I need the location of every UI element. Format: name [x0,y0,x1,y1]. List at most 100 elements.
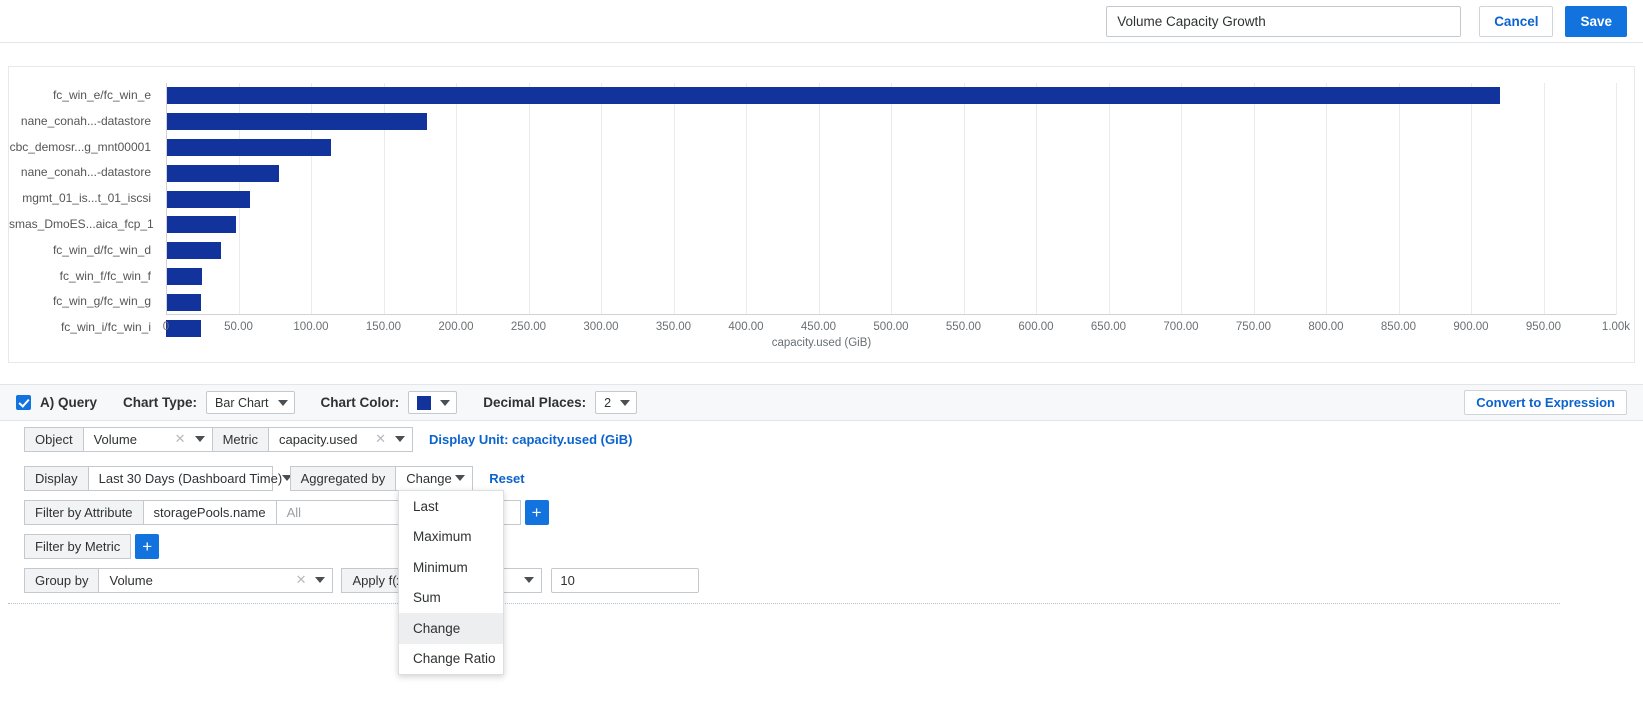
chart-y-label: smas_DmoES...aica_fcp_1 [9,212,159,238]
dropdown-item[interactable]: Maximum [399,522,503,553]
add-attribute-filter-button[interactable]: + [525,500,549,525]
chart-bar-row [166,264,1616,290]
reset-link[interactable]: Reset [489,471,524,486]
chart-type-value: Bar Chart [215,396,269,410]
chart-x-tick: 550.00 [946,321,981,333]
chart-bar-row [166,289,1616,315]
chart-bar[interactable] [166,139,331,156]
widget-title-input[interactable] [1106,6,1461,37]
group-by-group: Group by Volume ✕ [24,568,333,593]
chart-x-tick: 400.00 [728,321,763,333]
chart-bar[interactable] [166,113,427,130]
chart-x-tick: 350.00 [656,321,691,333]
chart-bar-row [166,160,1616,186]
chart-bars [166,83,1616,315]
metric-group: Metric capacity.used ✕ [212,427,413,452]
aggregated-by-label: Aggregated by [290,466,396,491]
cancel-button[interactable]: Cancel [1479,6,1553,37]
chart-x-tick: 650.00 [1091,321,1126,333]
display-range-select[interactable]: Last 30 Days (Dashboard Time) [88,466,273,491]
decimal-places-value: 2 [604,396,611,410]
chart-type-select[interactable]: Bar Chart [206,391,295,414]
dropdown-item[interactable]: Minimum [399,552,503,583]
object-label: Object [24,427,83,452]
chart-x-tick: 500.00 [873,321,908,333]
chevron-down-icon [524,577,534,583]
dropdown-item[interactable]: Last [399,491,503,522]
chart-bar-row [166,186,1616,212]
chart-y-label: fc_win_d/fc_win_d [9,238,159,264]
chart-bar[interactable] [166,191,250,208]
chart-type-label: Chart Type: [123,395,197,410]
filter-by-attribute-label: Filter by Attribute [24,500,143,525]
chart-color-label: Chart Color: [321,395,400,410]
chart-x-tick: 450.00 [801,321,836,333]
chart-y-label: fc_win_f/fc_win_f [9,264,159,290]
group-by-select[interactable]: Volume ✕ [98,568,333,593]
chart-bar[interactable] [166,294,201,311]
chart-x-tick: 300.00 [583,321,618,333]
chart-x-tick: 950.00 [1526,321,1561,333]
dropdown-item[interactable]: Change [399,613,503,644]
chart-x-tick: 850.00 [1381,321,1416,333]
header-divider [0,42,1643,43]
convert-to-expression-button[interactable]: Convert to Expression [1464,390,1627,415]
widget-header: Cancel Save [0,0,1643,42]
section-divider [8,603,1560,604]
filter-attribute-value-text: All [287,505,301,520]
chart-bar-row [166,238,1616,264]
display-aggregate-row: Display Last 30 Days (Dashboard Time) Ag… [24,464,1643,492]
add-metric-filter-button[interactable]: + [135,534,159,559]
decimal-places-label: Decimal Places: [483,395,586,410]
aggregated-by-dropdown-menu: LastMaximumMinimumSumChangeChange Ratio [398,490,504,675]
metric-select[interactable]: capacity.used ✕ [268,427,413,452]
chart-x-tick: 750.00 [1236,321,1271,333]
chart-gridline [1616,83,1617,315]
aggregated-by-select[interactable]: Change [395,466,473,491]
chart-bar[interactable] [166,165,279,182]
dropdown-item[interactable]: Change Ratio [399,644,503,675]
decimal-places-select[interactable]: 2 [595,391,637,414]
clear-icon[interactable]: ✕ [282,572,307,588]
limit-input[interactable] [551,568,699,593]
chart-bar[interactable] [166,216,236,233]
chart-x-tick: 1.00k [1602,321,1630,333]
chart-color-select[interactable] [408,391,457,414]
chart-bar-row [166,83,1616,109]
chart-bar-row [166,212,1616,238]
object-value: Volume [94,432,137,447]
chart-x-tick: 600.00 [1018,321,1053,333]
display-group: Display Last 30 Days (Dashboard Time) [24,466,273,491]
query-builder-rows: Object Volume ✕ Metric capacity.used ✕ D… [0,421,1643,594]
object-select[interactable]: Volume ✕ [83,427,213,452]
filter-attribute-field[interactable]: storagePools.name [143,500,276,525]
clear-icon[interactable]: ✕ [361,431,386,447]
filter-by-metric-label: Filter by Metric [24,534,131,559]
display-unit-link[interactable]: Display Unit: capacity.used (GiB) [429,432,632,447]
dropdown-item[interactable]: Sum [399,583,503,614]
chart-y-label: nane_conah...-datastore [9,160,159,186]
filter-by-metric-row: Filter by Metric + [24,532,1643,560]
chart-x-tick: 800.00 [1308,321,1343,333]
aggregated-by-value: Change [406,471,452,486]
chart-bar-row [166,135,1616,161]
query-label: A) Query [40,395,97,410]
chart-y-label: fc_win_g/fc_win_g [9,289,159,315]
metric-value: capacity.used [279,432,358,447]
chart-x-axis-line [166,314,1616,315]
chart-bar[interactable] [166,268,202,285]
chevron-down-icon [395,436,405,442]
display-label: Display [24,466,88,491]
clear-icon[interactable]: ✕ [161,431,186,447]
chart-bar[interactable] [166,242,221,259]
chart-panel: fc_win_e/fc_win_e nane_conah...-datastore… [8,66,1635,363]
chart-y-label: fc_win_e/fc_win_e [9,83,159,109]
chart-bar[interactable] [166,87,1500,104]
chart-x-tick: 150.00 [366,321,401,333]
chevron-down-icon [455,475,465,481]
query-toolbar: A) Query Chart Type: Bar Chart Chart Col… [0,384,1643,421]
query-enable-checkbox[interactable] [16,395,31,410]
save-button[interactable]: Save [1565,6,1627,37]
group-by-label: Group by [24,568,98,593]
chart-x-tick: 0 [163,321,169,333]
